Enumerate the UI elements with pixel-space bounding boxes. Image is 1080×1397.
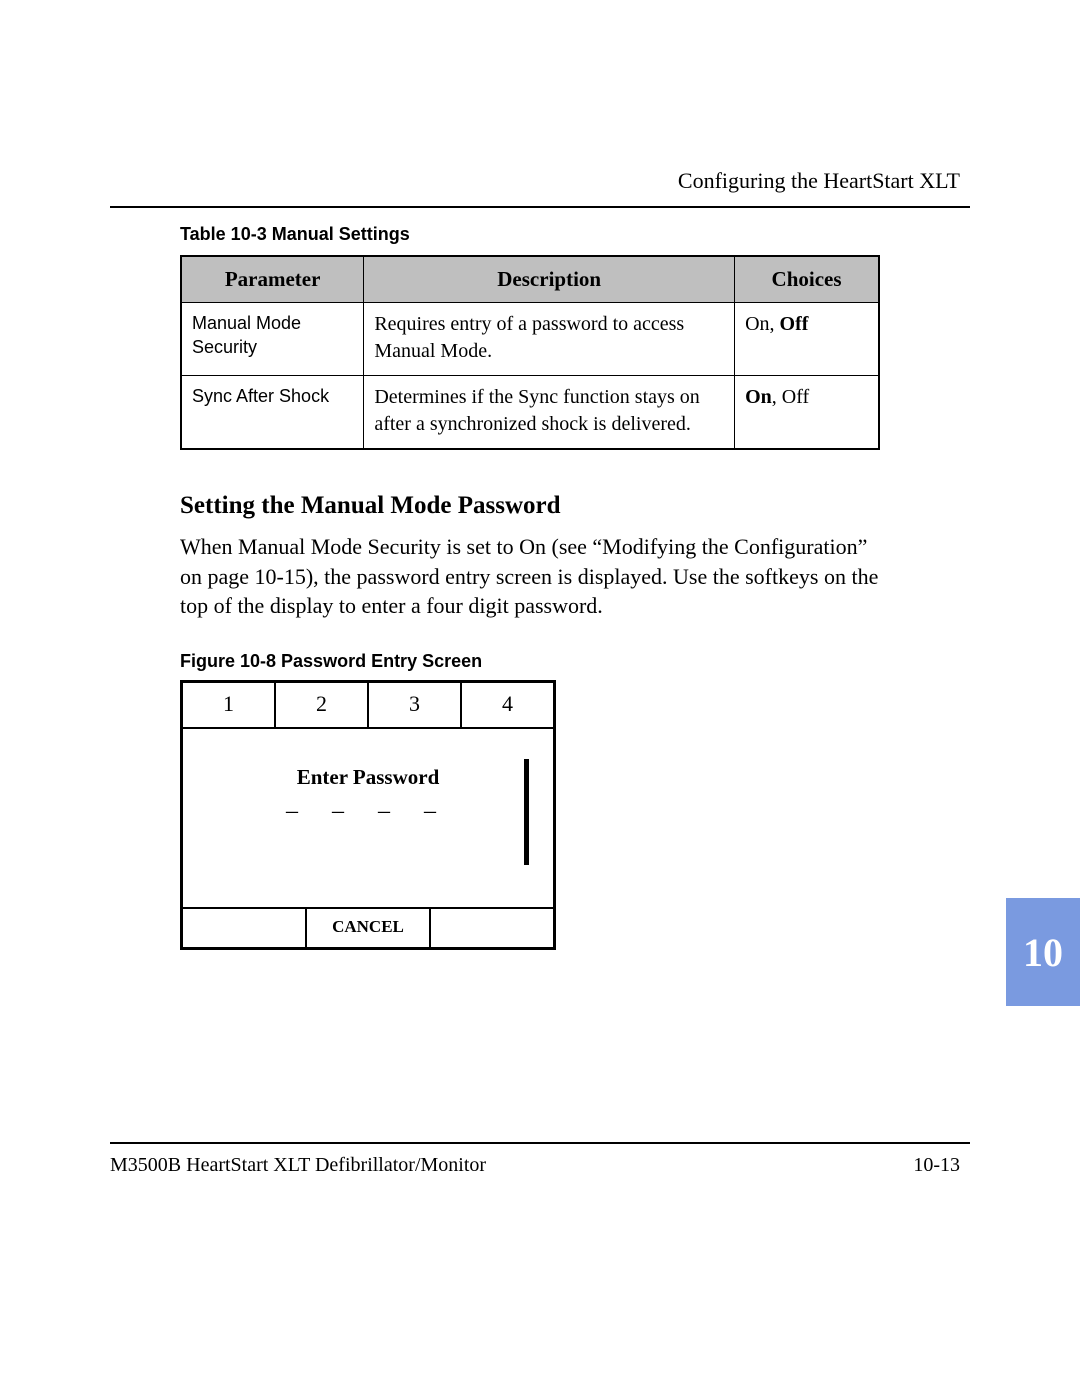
footer-page-number: 10-13 [913, 1154, 960, 1177]
scroll-indicator-icon [524, 759, 529, 865]
cell-description: Determines if the Sync function stays on… [364, 376, 735, 450]
choice-plain: On, [745, 313, 779, 335]
document-page: Configuring the HeartStart XLT Table 10-… [0, 0, 1080, 1397]
table-row: Manual Mode Security Requires entry of a… [181, 303, 879, 376]
section-heading: Setting the Manual Mode Password [180, 492, 880, 520]
col-header-parameter: Parameter [181, 256, 364, 303]
choice-default: On [745, 386, 772, 408]
table-caption: Table 10-3 Manual Settings [180, 224, 880, 245]
cell-choices: On, Off [735, 376, 879, 450]
choice-plain: , Off [772, 386, 809, 408]
softkey-blank-right [429, 909, 553, 947]
table-row: Sync After Shock Determines if the Sync … [181, 376, 879, 450]
softkey-1[interactable]: 1 [183, 683, 274, 727]
page-content: Table 10-3 Manual Settings Parameter Des… [180, 224, 880, 950]
softkey-4[interactable]: 4 [460, 683, 553, 727]
running-header: Configuring the HeartStart XLT [678, 168, 960, 194]
manual-settings-table: Parameter Description Choices Manual Mod… [180, 255, 880, 450]
col-header-choices: Choices [735, 256, 879, 303]
password-placeholders: – – – – [183, 790, 553, 825]
softkey-blank-left [183, 909, 305, 947]
footer-product-name: M3500B HeartStart XLT Defibrillator/Moni… [110, 1154, 486, 1177]
softkey-3[interactable]: 3 [367, 683, 460, 727]
body-paragraph: When Manual Mode Security is set to On (… [180, 532, 880, 621]
table-header-row: Parameter Description Choices [181, 256, 879, 303]
softkey-2[interactable]: 2 [274, 683, 367, 727]
cell-parameter: Manual Mode Security [181, 303, 364, 376]
col-header-description: Description [364, 256, 735, 303]
choice-default: Off [780, 313, 809, 335]
cancel-button[interactable]: CANCEL [305, 909, 429, 947]
password-bottom-row: CANCEL [183, 907, 553, 947]
chapter-tab: 10 [1006, 898, 1080, 1006]
cell-description: Requires entry of a password to access M… [364, 303, 735, 376]
cell-choices: On, Off [735, 303, 879, 376]
password-mid-area: Enter Password – – – – [183, 729, 553, 907]
top-horizontal-rule [110, 206, 970, 208]
password-digit-row: 1 2 3 4 [183, 683, 553, 729]
bottom-horizontal-rule [110, 1142, 970, 1144]
enter-password-label: Enter Password [183, 729, 553, 790]
cell-parameter: Sync After Shock [181, 376, 364, 450]
password-entry-screen: 1 2 3 4 Enter Password – – – – CANCEL [180, 680, 556, 950]
figure-caption: Figure 10-8 Password Entry Screen [180, 651, 880, 672]
